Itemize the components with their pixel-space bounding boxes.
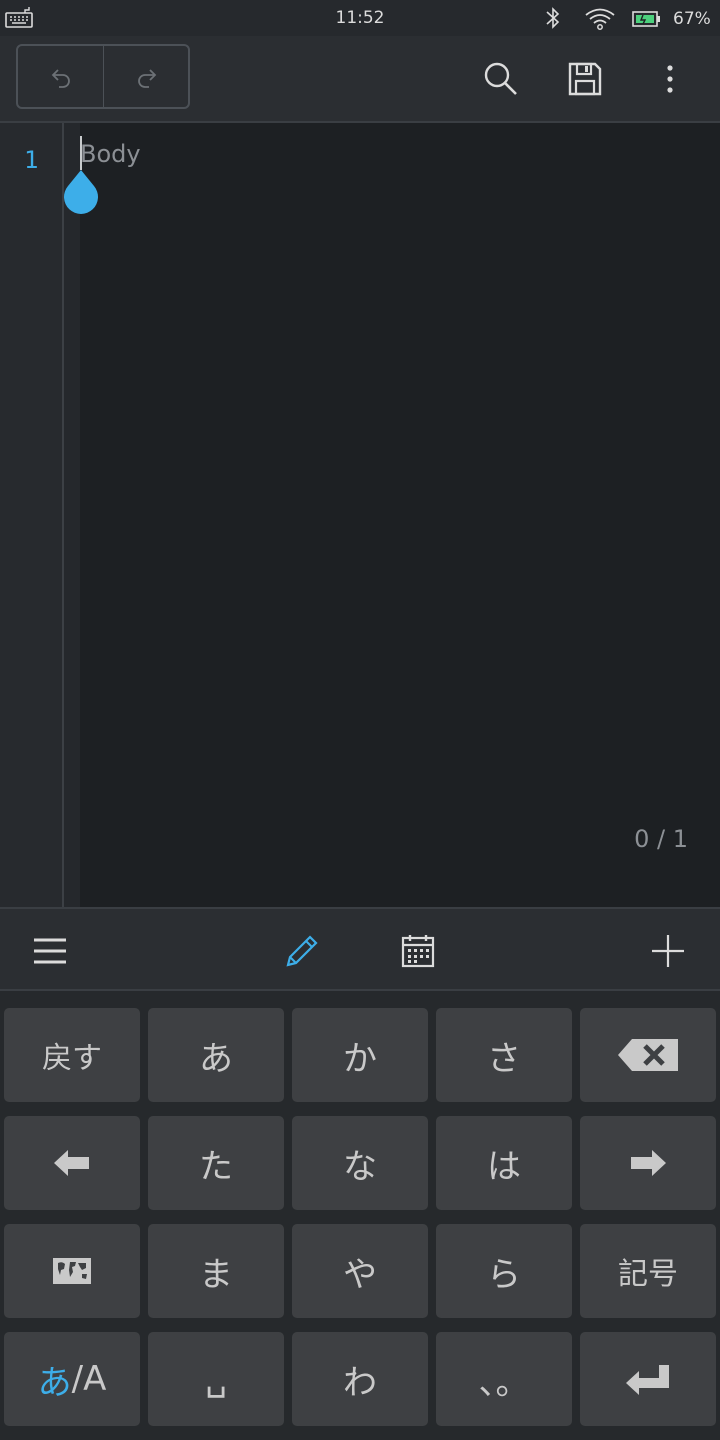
key-wa[interactable]: わ (292, 1332, 428, 1426)
mode-hiragana-label: あ (37, 1362, 72, 1403)
undo-button[interactable] (18, 46, 103, 107)
redo-icon (135, 65, 159, 89)
text-cursor (80, 136, 82, 170)
save-button[interactable] (560, 54, 610, 104)
key-na[interactable]: な (292, 1116, 428, 1210)
battery-level: 67% (673, 9, 711, 29)
redo-button[interactable] (104, 46, 189, 107)
battery-icon (632, 10, 662, 28)
menu-icon (33, 937, 67, 965)
space-label: ␣ (205, 1359, 227, 1399)
undo-icon (49, 65, 73, 89)
calendar-icon (400, 933, 436, 969)
menu-button[interactable] (28, 929, 72, 973)
key-sa[interactable]: さ (436, 1008, 572, 1102)
date-input-button[interactable] (396, 929, 440, 973)
key-undo[interactable]: 戻す (4, 1008, 140, 1102)
bluetooth-icon (544, 6, 562, 30)
plus-icon (651, 934, 685, 968)
handwriting-button[interactable] (280, 929, 324, 973)
key-right[interactable] (580, 1116, 716, 1210)
key-ta[interactable]: た (148, 1116, 284, 1210)
save-icon (568, 62, 602, 96)
search-result-counter: 0 / 1 (634, 825, 688, 853)
key-symbols[interactable]: 記号 (580, 1224, 716, 1318)
search-button[interactable] (476, 54, 526, 104)
key-ka[interactable]: か (292, 1008, 428, 1102)
cursor-handle-icon[interactable] (62, 168, 100, 214)
body-placeholder: Body (80, 140, 141, 168)
line-number: 1 (24, 146, 39, 174)
key-backspace[interactable] (580, 1008, 716, 1102)
more-vert-icon (666, 64, 674, 94)
more-options-button[interactable] (645, 54, 695, 104)
key-ra[interactable]: ら (436, 1224, 572, 1318)
key-a[interactable]: あ (148, 1008, 284, 1102)
arrow-right-icon (629, 1149, 667, 1177)
add-button[interactable] (646, 929, 690, 973)
key-ma[interactable]: ま (148, 1224, 284, 1318)
status-bar: 11:52 67% (0, 0, 720, 36)
editor-toolbar (0, 36, 720, 123)
text-editor[interactable] (80, 123, 720, 907)
key-punctuation[interactable]: 、。 (436, 1332, 572, 1426)
line-number-gutter (0, 123, 62, 907)
key-left[interactable] (4, 1116, 140, 1210)
world-map-icon (52, 1257, 92, 1285)
key-globe[interactable] (4, 1224, 140, 1318)
mode-alpha-label: A (83, 1359, 107, 1399)
wifi-icon (584, 7, 616, 31)
key-ya[interactable]: や (292, 1224, 428, 1318)
key-ha[interactable]: は (436, 1116, 572, 1210)
pencil-icon (284, 933, 320, 969)
arrow-left-icon (53, 1149, 91, 1177)
keyboard-toolbar (0, 907, 720, 991)
key-input-mode[interactable]: あ / A (4, 1332, 140, 1426)
fold-column (64, 123, 80, 907)
mode-separator: / (71, 1359, 84, 1399)
key-space[interactable]: ␣ (148, 1332, 284, 1426)
search-icon (483, 61, 519, 97)
enter-icon (625, 1363, 671, 1395)
undo-redo-group (16, 44, 190, 109)
backspace-icon (616, 1037, 680, 1073)
key-enter[interactable] (580, 1332, 716, 1426)
japanese-keyboard: 戻す あ か さ た な は ま や ら 記号 あ / A ␣ わ 、。 (0, 991, 720, 1440)
